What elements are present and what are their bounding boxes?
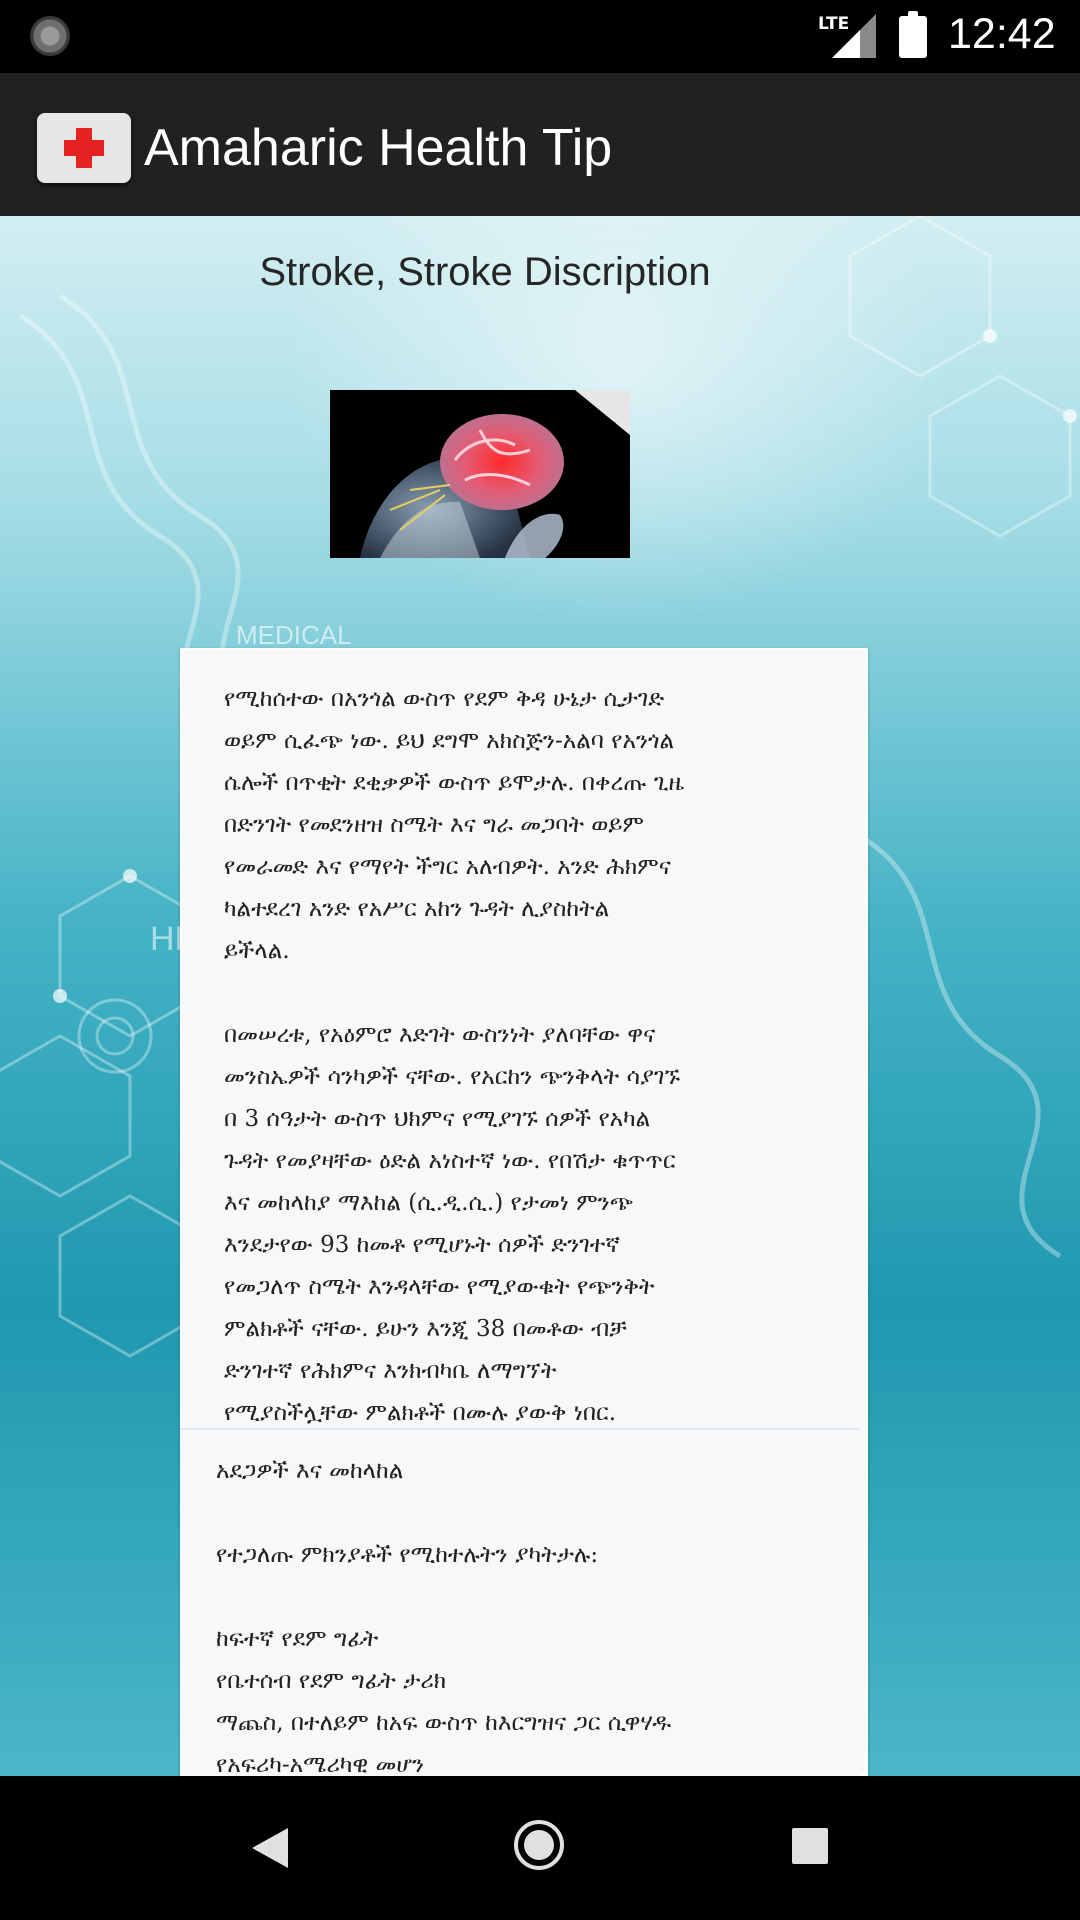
back-triangle-icon[interactable] <box>250 1826 290 1870</box>
article-title: Stroke, Stroke Discription <box>259 250 711 294</box>
risk-factor-item: የአፍሪካ-አሜሪካዊ መሆን <box>216 1752 425 1776</box>
navigation-bar <box>0 1776 1080 1920</box>
risk-factor-item: ከፍተኛ የደም ግፊት <box>216 1626 379 1652</box>
news-badge: NEWS <box>592 421 616 430</box>
sync-icon <box>30 16 70 56</box>
status-bar: LTE 12:42 <box>0 0 1080 73</box>
red-cross-icon <box>37 113 131 183</box>
clock: 12:42 <box>948 10 1056 58</box>
home-circle-icon[interactable] <box>514 1820 564 1870</box>
network-type: LTE <box>818 14 850 34</box>
article-paragraph-2: በመሠረቱ, የአዕምሮ እድገት ውስንነት ያለባቸው ዋና መንስኤዎች … <box>224 1022 681 1426</box>
medical-watermark: MEDICAL <box>236 620 352 650</box>
content-area[interactable]: MEDICAL HE Stroke, Stroke Discription NE… <box>0 216 1080 1776</box>
recents-square-icon[interactable] <box>792 1828 828 1864</box>
app-title: Amaharic Health Tip <box>144 119 613 177</box>
article-paragraph-1: የሚከሰተው በአንጎል ውስጥ የደም ቅዳ ሁኔታ ሲታገድ ወይም ሲፈጭ… <box>224 686 685 964</box>
risk-section[interactable]: አደጋዎች እና መከላከል የተጋለጡ ምክንያቶች የሚከተሉትን ያካትታ… <box>180 1428 860 1776</box>
risk-factor-item: የቤተሰብ የደም ግፊት ታሪክ <box>216 1668 447 1694</box>
risk-factor-item: ማጨስ, በተለይም ከአፍ ውስጥ ከእርግዝና ጋር ሲዋሃዱ <box>216 1710 672 1736</box>
app-bar: Amaharic Health Tip <box>0 73 1080 216</box>
section-heading: አደጋዎች እና መከላከል <box>216 1458 404 1484</box>
section-intro: የተጋለጡ ምክንያቶች የሚከተሉትን ያካትታሉ: <box>216 1542 599 1568</box>
battery-icon <box>899 11 927 58</box>
brain-illustration: NEWS <box>330 390 630 558</box>
